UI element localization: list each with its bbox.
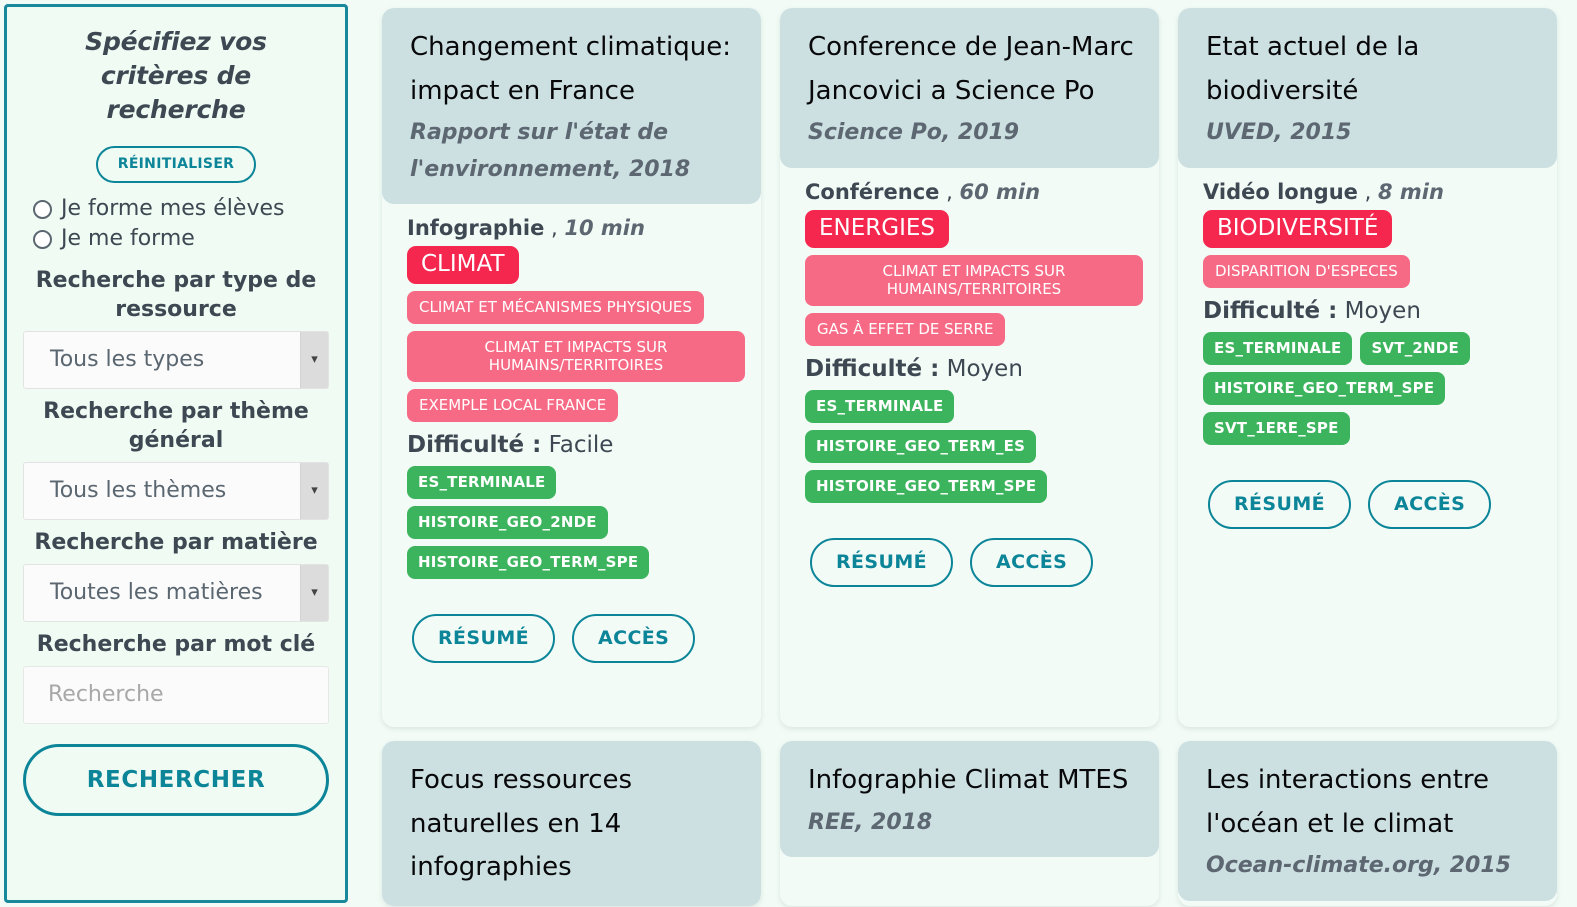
theme-tag-secondary: DISPARITION D'ESPECES [1203,254,1410,288]
results-grid: Changement climatique: impact en France R… [348,0,1577,907]
select-theme-value: Tous les thèmes [50,478,227,504]
card-type-duration: Vidéo longue , 8 min [1203,179,1444,204]
card-title: Focus ressources naturelles en 14 infogr… [410,765,633,883]
card-difficulty: Difficulté : Moyen [805,355,1023,382]
label-mot-cle: Recherche par mot clé [36,631,316,657]
level-tag: HISTOIRE_GEO_2NDE [407,505,608,539]
theme-tag-secondary: EXEMPLE LOCAL FRANCE [407,388,619,422]
search-results-page: Spécifiez vos critères de recherche RÉIN… [0,0,1577,907]
level-tag-list: ES_TERMINALE SVT_2NDE HISTOIRE_GEO_TERM_SP… [1203,331,1541,452]
select-type-value: Tous les types [50,347,205,373]
card-title: Etat actuel de la biodiversité [1206,32,1420,106]
select-theme-general[interactable]: Tous les thèmes ▾ [23,461,329,520]
level-tag: SVT_1ERE_SPE [1203,411,1350,445]
card-body: Vidéo longue , 8 min BIODIVERSITÉ DISPARIT… [1178,168,1557,464]
card-header: Conference de Jean-Marc Jancovici a Scie… [780,8,1159,168]
level-tag: ES_TERMINALE [805,389,955,423]
radio-option-forme-eleves[interactable]: Je forme mes élèves [33,197,329,221]
resource-card[interactable]: Focus ressources naturelles en 14 infogr… [382,741,761,906]
card-header: Focus ressources naturelles en 14 infogr… [382,741,761,906]
card-title: Changement climatique: impact en France [410,32,731,106]
level-tag: HISTOIRE_GEO_TERM_SPE [805,469,1048,503]
label-matiere: Recherche par matière [34,529,318,555]
theme-tag-primary: CLIMAT [407,245,519,284]
access-button[interactable]: ACCÈS [572,613,696,663]
card-actions: RÉSUMÉ ACCÈS [1178,479,1557,529]
access-button[interactable]: ACCÈS [970,537,1094,587]
card-source: Science Po, 2019 [808,120,1020,146]
resource-card[interactable]: Infographie Climat MTES REE, 2018 [780,741,1159,906]
theme-tag-secondary: CLIMAT ET IMPACTS SUR HUMAINS/TERRITOIRE… [407,330,745,382]
radio-label: Je me forme [61,226,195,252]
level-tag: HISTOIRE_GEO_TERM_SPE [407,545,650,579]
resource-card[interactable]: Etat actuel de la biodiversité UVED, 2015… [1178,8,1557,727]
theme-tag-secondary: CLIMAT ET MÉCANISMES PHYSIQUES [407,290,704,324]
card-actions: RÉSUMÉ ACCÈS [382,613,761,663]
radio-option-je-me-forme[interactable]: Je me forme [33,227,329,251]
level-tag: ES_TERMINALE [1203,331,1353,365]
radio-circle-icon[interactable] [33,230,52,250]
level-tag: HISTOIRE_GEO_TERM_SPE [1203,371,1446,405]
card-type-duration: Conférence , 60 min [805,179,1041,204]
card-header: Etat actuel de la biodiversité UVED, 2015 [1178,8,1557,168]
theme-tag-primary: BIODIVERSITÉ [1203,209,1393,248]
select-type-ressource[interactable]: Tous les types ▾ [23,330,329,389]
chevron-down-icon[interactable]: ▾ [300,564,328,621]
theme-tag-primary: ENERGIES [805,209,949,248]
card-body: Conférence , 60 min ENERGIES CLIMAT ET IMP… [780,168,1159,522]
resume-button[interactable]: RÉSUMÉ [1208,479,1352,529]
audience-radio-group: Je forme mes élèves Je me forme [23,197,329,257]
theme-tag-secondary: GAS À EFFET DE SERRE [805,312,1006,346]
card-header: Infographie Climat MTES REE, 2018 [780,741,1159,857]
card-source: Rapport sur l'état de l'environnement, 2… [410,120,691,182]
label-type-ressource: Recherche par type de ressource [35,267,317,322]
level-tag-list: ES_TERMINALE HISTOIRE_GEO_TERM_ES HISTOIRE… [805,389,1143,510]
select-matiere-value: Toutes les matières [50,580,263,606]
card-source: REE, 2018 [808,809,933,835]
search-filters-sidebar: Spécifiez vos critères de recherche RÉIN… [4,4,348,903]
card-source: UVED, 2015 [1206,120,1352,146]
theme-tag-secondary: CLIMAT ET IMPACTS SUR HUMAINS/TERRITOIRE… [805,254,1143,306]
resource-card[interactable]: Conference de Jean-Marc Jancovici a Scie… [780,8,1159,727]
card-header: Changement climatique: impact en France R… [382,8,761,204]
card-difficulty: Difficulté : Facile [407,431,614,458]
card-actions: RÉSUMÉ ACCÈS [780,537,1159,587]
radio-circle-icon[interactable] [33,199,52,219]
card-title: Conference de Jean-Marc Jancovici a Scie… [808,32,1134,106]
select-matiere[interactable]: Toutes les matières ▾ [23,563,329,622]
card-title: Les interactions entre l'océan et le cli… [1206,765,1490,839]
chevron-down-icon[interactable]: ▾ [300,462,328,519]
card-title: Infographie Climat MTES [808,765,1129,795]
access-button[interactable]: ACCÈS [1368,479,1492,529]
chevron-down-icon[interactable]: ▾ [300,331,328,388]
card-header: Les interactions entre l'océan et le cli… [1178,741,1557,901]
radio-label: Je forme mes élèves [61,196,285,222]
card-difficulty: Difficulté : Moyen [1203,297,1421,324]
resume-button[interactable]: RÉSUMÉ [810,537,954,587]
card-body: Infographie , 10 min CLIMAT CLIMAT ET MÉCA… [382,204,761,598]
label-theme-general: Recherche par thème général [43,398,309,453]
resource-card[interactable]: Changement climatique: impact en France R… [382,8,761,727]
level-tag: SVT_2NDE [1360,331,1470,365]
card-type-duration: Infographie , 10 min [407,215,645,240]
card-source: Ocean-climate.org, 2015 [1206,853,1511,879]
search-button[interactable]: RECHERCHER [23,743,329,816]
level-tag-list: ES_TERMINALE HISTOIRE_GEO_2NDE HISTOIRE_GE… [407,465,745,586]
keyword-search-input[interactable] [23,665,329,724]
reset-button[interactable]: RÉINITIALISER [95,146,257,184]
level-tag: HISTOIRE_GEO_TERM_ES [805,429,1037,463]
sidebar-title: Spécifiez vos critères de recherche [85,27,267,124]
resource-card[interactable]: Les interactions entre l'océan et le cli… [1178,741,1557,906]
level-tag: ES_TERMINALE [407,465,557,499]
resume-button[interactable]: RÉSUMÉ [412,613,556,663]
